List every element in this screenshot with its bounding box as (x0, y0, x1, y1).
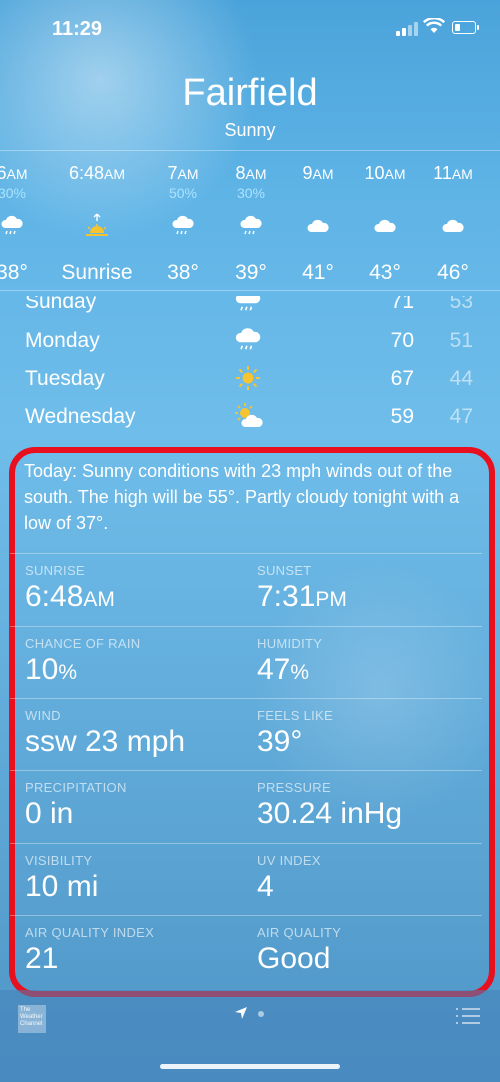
detail-visibility: VISIBILITY 10 mi (25, 853, 99, 903)
divider (10, 843, 482, 844)
cloud-icon (442, 219, 464, 232)
divider (10, 770, 482, 771)
detail-sunrise: SUNRISE 6:48AM (25, 563, 115, 613)
cloud-icon (374, 219, 396, 232)
divider (10, 626, 482, 627)
partly-cloudy-icon (235, 403, 263, 427)
hourly-item: 6:48AM Sunrise (61, 163, 133, 284)
detail-chance-of-rain: CHANCE OF RAIN 10% (25, 636, 141, 686)
detail-air-quality-index: AIR QUALITY INDEX 21 (25, 925, 155, 975)
rain-cloud-icon (240, 215, 262, 235)
rain-cloud-icon (1, 215, 23, 235)
divider (0, 290, 500, 291)
divider (10, 698, 482, 699)
status-bar: 11:29 (0, 0, 500, 60)
home-indicator[interactable] (160, 1064, 340, 1069)
detail-feels-like: FEELS LIKE 39° (257, 708, 333, 758)
cloud-icon (307, 219, 329, 232)
daily-row: Monday 70 51 (0, 323, 500, 361)
detail-wind: WIND ssw 23 mph (25, 708, 186, 758)
daily-row: Sunday 71 53 (0, 296, 500, 322)
detail-air-quality: AIR QUALITY Good (257, 925, 342, 975)
daily-forecast[interactable]: Sunday 71 53 Monday 70 51 Tuesday 67 44 … (0, 296, 500, 440)
hourly-item: 6AM 30% 38° (0, 163, 28, 284)
hourly-item: 11AM 46° (433, 163, 473, 284)
divider (0, 150, 500, 151)
divider (10, 915, 482, 916)
status-time: 11:29 (52, 18, 103, 40)
detail-sunset: SUNSET 7:31PM (257, 563, 347, 613)
detail-humidity: HUMIDITY 47% (257, 636, 323, 686)
detail-uv-index: UV INDEX 4 (257, 853, 321, 903)
sun-icon (236, 366, 260, 390)
page-indicator-dot[interactable] (258, 1011, 264, 1017)
location-arrow-icon[interactable] (234, 1006, 248, 1020)
cellular-signal-icon (396, 22, 418, 36)
city-name: Fairfield (182, 72, 318, 114)
battery-icon (452, 21, 479, 34)
sunrise-icon (86, 213, 108, 236)
divider (10, 553, 482, 554)
wifi-icon (423, 18, 445, 33)
rain-cloud-icon (235, 328, 261, 350)
detail-precipitation: PRECIPITATION 0 in (25, 780, 127, 830)
daily-row: Wednesday 59 47 (0, 399, 500, 437)
forecast-summary: Today: Sunny conditions with 23 mph wind… (24, 461, 460, 533)
current-condition: Sunny (224, 120, 276, 140)
daily-row: Tuesday 67 44 (0, 361, 500, 399)
rain-cloud-icon (172, 215, 194, 235)
weather-channel-logo[interactable]: The Weather Channel (18, 1005, 46, 1033)
list-icon[interactable] (454, 1006, 482, 1026)
rain-cloud-icon (235, 296, 261, 311)
detail-pressure: PRESSURE 30.24 inHg (257, 780, 403, 830)
